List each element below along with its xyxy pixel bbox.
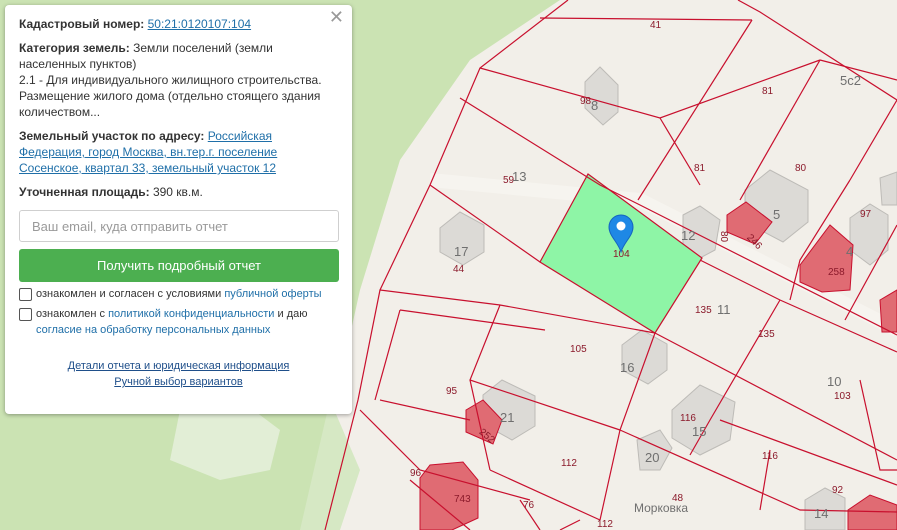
- address-row: Земельный участок по адресу: Российская …: [19, 128, 338, 176]
- plot-label: 743: [454, 494, 471, 505]
- public-offer-link[interactable]: публичной оферты: [224, 288, 321, 300]
- cadastral-number-link[interactable]: 50:21:0120107:104: [148, 17, 251, 31]
- category-label: Категория земель:: [19, 41, 130, 55]
- plot-label: 44: [453, 264, 465, 275]
- building-number: 13: [512, 169, 526, 184]
- plot-label: 112: [597, 519, 613, 530]
- building-number: 4: [846, 244, 853, 259]
- building-number: 15: [692, 424, 706, 439]
- area-value: 390 кв.м.: [152, 185, 203, 199]
- get-report-button[interactable]: Получить подробный отчет: [19, 249, 339, 282]
- plot-label: 5с2: [840, 73, 861, 88]
- building-number: 17: [454, 244, 468, 259]
- plot-label: 92: [832, 485, 844, 496]
- plot-label: 98: [580, 96, 592, 107]
- manual-selection-link[interactable]: Ручной выбор вариантов: [114, 376, 242, 388]
- consent-privacy-text: ознакомлен с политикой конфиденциальност…: [36, 306, 338, 338]
- area-row: Уточненная площадь: 390 кв.м.: [19, 184, 338, 200]
- address-label: Земельный участок по адресу:: [19, 129, 205, 143]
- plot-label: 97: [860, 209, 872, 220]
- consent-offer-checkbox[interactable]: [19, 288, 32, 301]
- consent-offer: ознакомлен и согласен с условиями публич…: [19, 286, 338, 302]
- plot-label: 103: [834, 391, 851, 402]
- building-number: 10: [827, 374, 841, 389]
- consent-privacy: ознакомлен с политикой конфиденциальност…: [19, 306, 338, 338]
- plot-label: 135: [695, 305, 712, 316]
- building-number: 21: [500, 410, 514, 425]
- plot-label: 116: [762, 451, 778, 462]
- building-number: 8: [591, 98, 598, 113]
- plot-label: 80: [795, 163, 807, 174]
- consent-offer-label: ознакомлен и согласен с условиями: [36, 288, 222, 300]
- building-number: 20: [645, 450, 659, 465]
- plot-label: 95: [446, 386, 458, 397]
- building-number: 12: [681, 228, 695, 243]
- consent-offer-text: ознакомлен и согласен с условиями публич…: [36, 286, 322, 302]
- plot-label: 135: [758, 329, 775, 340]
- plot-label: 80: [718, 231, 729, 243]
- popup-footer: Детали отчета и юридическая информация Р…: [19, 358, 338, 390]
- street-label: Морковка: [634, 501, 688, 515]
- category-row: Категория земель: Земли поселений (земли…: [19, 40, 338, 120]
- cadastral-row: Кадастровый номер: 50:21:0120107:104: [19, 16, 338, 32]
- consent-privacy-label: ознакомлен с: [36, 308, 106, 320]
- personal-data-consent-link[interactable]: согласие на обработку персональных данны…: [36, 324, 270, 336]
- consent-privacy-and: и даю: [277, 308, 308, 320]
- consent-privacy-checkbox[interactable]: [19, 308, 32, 321]
- plot-label: 116: [680, 413, 696, 424]
- close-icon[interactable]: ✕: [329, 8, 344, 26]
- report-details-link[interactable]: Детали отчета и юридическая информация: [68, 360, 290, 372]
- plot-label: 112: [561, 458, 577, 469]
- parcel-info-popup: ✕ Кадастровый номер: 50:21:0120107:104 К…: [5, 5, 352, 414]
- building-number: 5: [773, 207, 780, 222]
- plot-label: 41: [650, 20, 662, 31]
- plot-label: 81: [762, 86, 774, 97]
- building-number: 16: [620, 360, 634, 375]
- usage-text: 2.1 - Для индивидуального жилищного стро…: [19, 73, 322, 119]
- plot-label: 76: [523, 500, 535, 511]
- email-input[interactable]: [19, 210, 339, 242]
- cadastral-label: Кадастровый номер:: [19, 17, 145, 31]
- privacy-policy-link[interactable]: политикой конфиденциальности: [108, 308, 274, 320]
- building-number: 11: [717, 302, 731, 317]
- area-label: Уточненная площадь:: [19, 185, 150, 199]
- plot-label: 96: [410, 468, 422, 479]
- building-number: 14: [814, 506, 828, 521]
- plot-label: 258: [828, 267, 845, 278]
- plot-label: 81: [694, 163, 706, 174]
- plot-label: 105: [570, 344, 587, 355]
